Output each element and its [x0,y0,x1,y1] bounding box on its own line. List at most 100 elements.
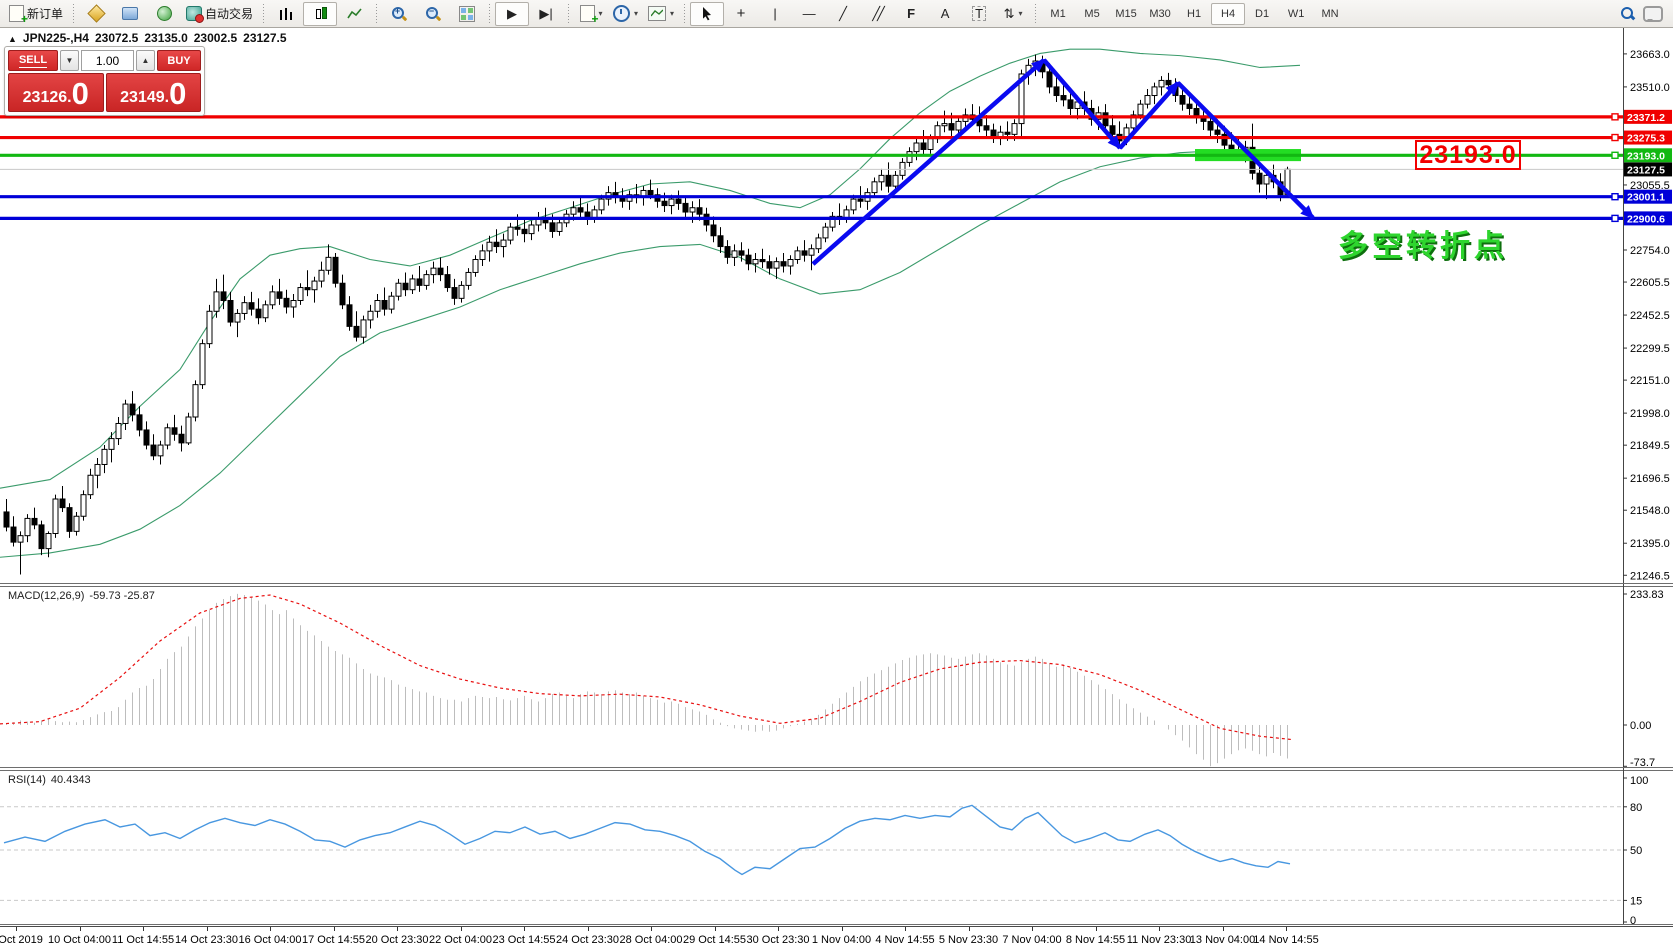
candlestick-chart-button[interactable] [303,2,337,26]
svg-text:21849.5: 21849.5 [1630,440,1670,452]
text-tool-icon: A [941,7,950,20]
horizontal-line-tool-button[interactable]: — [792,2,826,26]
metaeditor-button[interactable] [79,2,113,26]
timeframe-m30-button[interactable]: M30 [1143,3,1177,25]
timeframe-m5-button[interactable]: M5 [1075,3,1109,25]
toolbar-separator [1032,4,1039,24]
svg-text:23275.3: 23275.3 [1627,133,1665,145]
svg-text:233.83: 233.83 [1630,589,1664,601]
toolbar-separator [70,4,77,24]
svg-text:21395.0: 21395.0 [1630,538,1670,550]
main-price-chart[interactable]: 23371.223275.323193.023001.122900.623663… [0,28,1673,586]
time-tick [1096,927,1097,931]
rsi-panel[interactable]: 1008050150 [0,770,1673,926]
autotrading-button[interactable]: 自动交易 [181,2,258,26]
stepper-up-icon: ▲ [142,56,150,65]
time-label: 23 Oct 14:55 [493,934,556,946]
time-tick [715,927,716,931]
market-watch-icon [122,7,138,20]
objects-menu-button[interactable]: ⇅▾ [996,2,1030,26]
timeframe-h4-button[interactable]: H4 [1211,3,1245,25]
time-tick [1223,927,1224,931]
crosshair-tool-button[interactable]: + [724,2,758,26]
profiles-button[interactable]: ▾ [608,2,643,26]
candlesticks [4,55,1290,575]
signals-icon [157,6,172,21]
volume-increase-button[interactable]: ▲ [136,50,155,71]
buy-button[interactable]: BUY [157,50,201,71]
volume-input[interactable]: 1.00 [81,50,134,71]
time-label: 24 Oct 23:30 [556,934,619,946]
auto-scroll-button[interactable]: ▶ [495,2,529,26]
indicators-button[interactable]: ▾ [643,2,679,26]
sell-button[interactable]: SELL [8,50,58,71]
zoom-out-button[interactable]: − [416,2,450,26]
market-watch-button[interactable] [113,2,147,26]
timeframe-mn-button[interactable]: MN [1313,3,1347,25]
line-chart-icon [347,7,362,20]
toolbar: 新订单 自动交易 + − ▶ ▶| ▾ ▾ ▾ + [0,0,1673,28]
tile-windows-button[interactable] [450,2,484,26]
label-tool-button[interactable]: T [962,2,996,26]
time-tick [588,927,589,931]
buy-price-display[interactable]: 23149.0 [106,73,202,112]
time-label: 8 Nov 14:55 [1066,934,1125,946]
new-order-button[interactable]: 新订单 [4,2,68,26]
candlestick-chart-icon [314,6,326,21]
timeframe-m1-button[interactable]: M1 [1041,3,1075,25]
timeframe-h1-button[interactable]: H1 [1177,3,1211,25]
zoom-in-button[interactable]: + [382,2,416,26]
sell-price-display[interactable]: 23126.0 [8,73,104,112]
dropdown-arrow-icon: ▾ [599,9,603,18]
svg-text:23055.5: 23055.5 [1630,180,1670,192]
time-axis[interactable]: 8 Oct 201910 Oct 04:0011 Oct 14:5514 Oct… [0,926,1673,950]
collapse-arrow-icon[interactable]: ▲ [8,34,17,44]
macd-panel[interactable]: 233.830.00-73.7 [0,586,1673,770]
svg-text:22605.5: 22605.5 [1630,277,1670,289]
svg-text:50: 50 [1630,845,1642,857]
time-tick [1032,927,1033,931]
time-tick [207,927,208,931]
text-tool-button[interactable]: A [928,2,962,26]
svg-text:0.00: 0.00 [1630,720,1651,732]
terminal-window: 新订单 自动交易 + − ▶ ▶| ▾ ▾ ▾ + [0,0,1673,950]
turning-point-annotation[interactable]: 多空转折点 [1338,221,1508,265]
time-tick [397,927,398,931]
time-tick [524,927,525,931]
zoom-in-icon: + [391,6,407,22]
line-chart-button[interactable] [337,2,371,26]
bar-chart-button[interactable] [269,2,303,26]
trendline-tool-button[interactable]: ╱ [826,2,860,26]
label-tool-icon: T [972,6,986,21]
cursor-tool-button[interactable] [690,2,724,26]
search-icon[interactable] [1620,6,1635,21]
signals-button[interactable] [147,2,181,26]
fibonacci-icon: F [907,7,915,20]
time-tick [334,927,335,931]
zoom-out-icon: − [425,6,441,22]
volume-decrease-button[interactable]: ▼ [60,50,79,71]
cursor-icon [700,6,714,21]
timeframe-d1-button[interactable]: D1 [1245,3,1279,25]
chat-icon[interactable] [1643,6,1663,22]
bar-chart-icon [279,7,293,21]
chart-shift-button[interactable]: ▶| [529,2,563,26]
time-label: 4 Nov 14:55 [875,934,934,946]
new-chart-button[interactable]: ▾ [574,2,608,26]
time-label: 10 Oct 04:00 [48,934,111,946]
autotrading-icon [186,6,202,21]
channel-tool-button[interactable]: ╱╱ [860,2,894,26]
vertical-line-tool-button[interactable]: | [758,2,792,26]
macd-indicator-label: MACD(12,26,9)-59.73 -25.87 [8,590,160,602]
svg-text:22452.5: 22452.5 [1630,310,1670,322]
time-tick [1286,927,1287,931]
open-value: 23072.5 [95,31,138,45]
timeframe-w1-button[interactable]: W1 [1279,3,1313,25]
price-annotation-box[interactable]: 23193.0 [1415,140,1521,170]
timeframe-m15-button[interactable]: M15 [1109,3,1143,25]
toolbar-separator [486,4,493,24]
time-label: 13 Nov 04:00 [1190,934,1255,946]
svg-text:23663.0: 23663.0 [1630,49,1670,61]
svg-text:80: 80 [1630,802,1642,814]
fibonacci-tool-button[interactable]: F [894,2,928,26]
